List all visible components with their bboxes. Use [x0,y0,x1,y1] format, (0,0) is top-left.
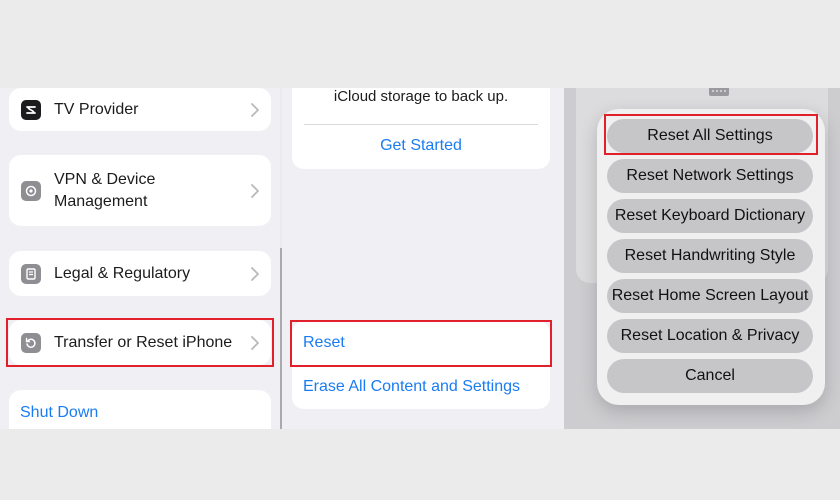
erase-all-label: Erase All Content and Settings [303,378,521,395]
reset-home-screen-layout-button[interactable]: Reset Home Screen Layout [607,279,813,313]
erase-all-row[interactable]: Erase All Content and Settings [292,365,550,409]
get-started-button[interactable]: Get Started [292,137,550,159]
reset-options-sheet-panel: Reset All Settings Reset Network Setting… [564,88,840,429]
highlight-reset-all-box [604,114,818,155]
document-icon [21,263,41,284]
tv-provider-row[interactable]: TV Provider [9,88,271,131]
transfer-reset-panel: iCloud storage to back up. Get Started R… [282,88,564,429]
icloud-card: iCloud storage to back up. Get Started [292,88,550,169]
backup-text: iCloud storage to back up. [333,88,509,105]
vpn-label-line1: VPN & Device [54,170,156,188]
vpn-device-management-row[interactable]: VPN & Device Management [9,155,271,226]
highlight-reset-box [290,320,552,367]
settings-general-panel: TV Provider VPN & Device Management Lega… [0,88,280,429]
chevron-right-icon [251,102,259,117]
gear-icon [21,180,41,201]
card-separator [304,124,538,125]
shutdown-card: Shut Down [9,390,271,429]
legal-regulatory-label: Legal & Regulatory [54,264,191,282]
reset-handwriting-style-button[interactable]: Reset Handwriting Style [607,239,813,273]
reset-location-privacy-button[interactable]: Reset Location & Privacy [607,319,813,353]
vpn-label-group: VPN & Device Management [54,169,155,213]
tv-provider-icon [21,99,41,120]
vpn-card: VPN & Device Management [9,155,271,226]
vpn-label-line2: Management [54,192,148,210]
screenshot-strip: TV Provider VPN & Device Management Lega… [0,88,840,429]
chevron-right-icon [251,266,259,281]
chevron-right-icon [251,183,259,198]
highlight-transfer-box [6,318,274,367]
legal-regulatory-row[interactable]: Legal & Regulatory [9,251,271,296]
legal-card: Legal & Regulatory [9,251,271,296]
keyboard-icon [709,88,729,96]
tv-provider-card: TV Provider [9,88,271,131]
cancel-button[interactable]: Cancel [607,359,813,393]
shut-down-row[interactable]: Shut Down [9,390,271,429]
reset-keyboard-dictionary-button[interactable]: Reset Keyboard Dictionary [607,199,813,233]
shut-down-label: Shut Down [20,404,99,421]
tv-provider-label: TV Provider [54,100,139,118]
reset-network-settings-button[interactable]: Reset Network Settings [607,159,813,193]
